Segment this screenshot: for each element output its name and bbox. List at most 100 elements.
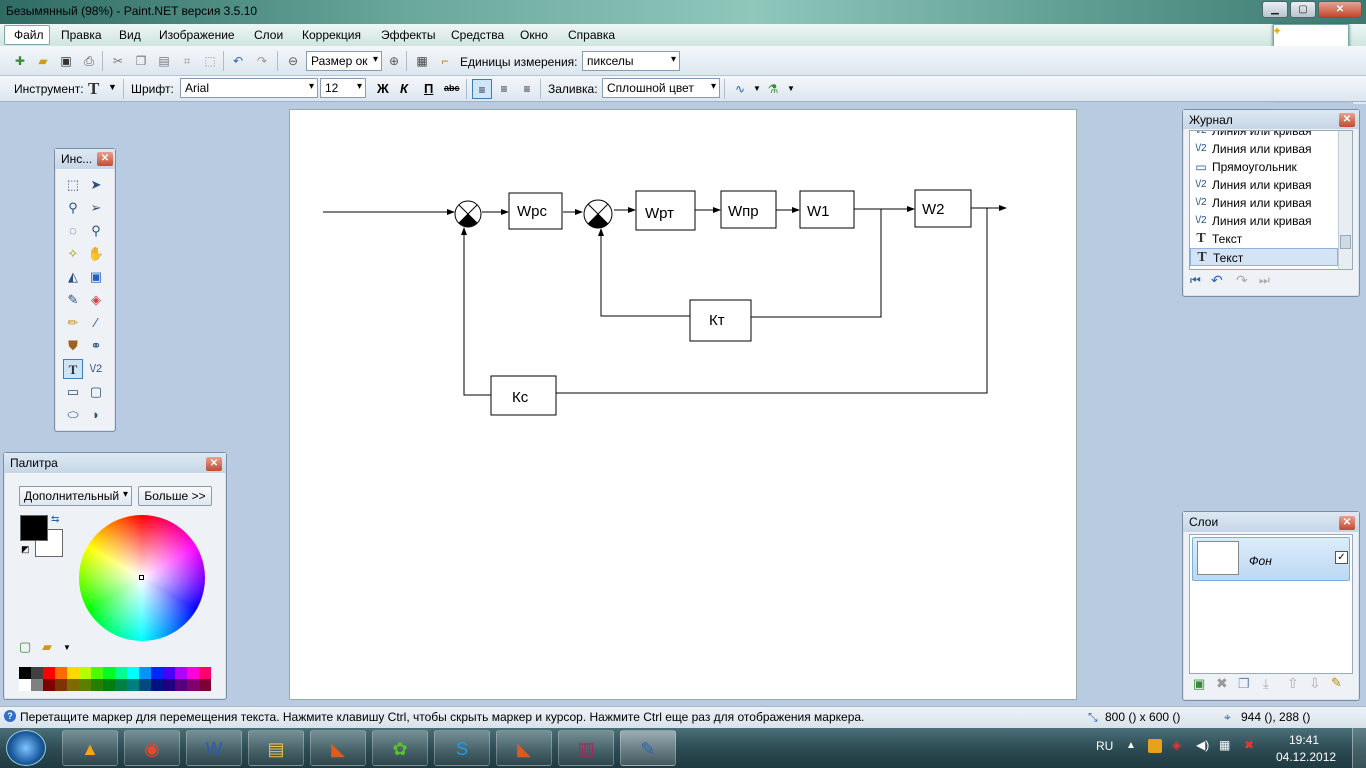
palette-swatch[interactable]: [103, 667, 115, 679]
first-step-icon[interactable]: ⏮: [1190, 273, 1201, 288]
layers-panel-header[interactable]: Слои: [1183, 512, 1359, 532]
palette-swatch[interactable]: [67, 667, 79, 679]
palette-swatch[interactable]: [19, 667, 31, 679]
duplicate-layer-icon[interactable]: ❐: [1238, 676, 1250, 692]
menu-utilities[interactable]: Средства: [451, 28, 504, 42]
start-button[interactable]: [6, 730, 46, 766]
show-desktop-button[interactable]: [1352, 728, 1366, 768]
line-curve-icon[interactable]: \/2: [86, 359, 106, 379]
taskbar-paintnet-icon[interactable]: ✎: [620, 730, 676, 766]
fill-combo[interactable]: Сплошной цвет: [602, 78, 720, 98]
taskbar-chrome-icon[interactable]: ◉: [124, 730, 180, 766]
palette-swatch[interactable]: [175, 667, 187, 679]
taskbar-aimp-icon[interactable]: ▲: [62, 730, 118, 766]
palette-swatch[interactable]: [43, 679, 55, 691]
paintbrush-icon[interactable]: ✎: [63, 290, 83, 310]
network-icon[interactable]: ▦: [1219, 738, 1230, 752]
history-panel-close-button[interactable]: ✕: [1339, 113, 1355, 127]
taskbar-explorer-icon[interactable]: ▤: [248, 730, 304, 766]
palette-swatch[interactable]: [139, 667, 151, 679]
zoom-icon[interactable]: ⚲: [86, 221, 106, 241]
palette-swatch[interactable]: [91, 667, 103, 679]
font-size-combo[interactable]: 12: [320, 78, 366, 98]
maximize-button[interactable]: ▢: [1290, 1, 1316, 18]
history-item[interactable]: \/2 Линия или кривая: [1190, 194, 1338, 212]
zoom-in-icon[interactable]: ⊕: [386, 53, 402, 69]
more-button[interactable]: Больше >>: [138, 486, 212, 506]
zoom-combo[interactable]: Размер ок: [306, 51, 382, 71]
history-item[interactable]: \/2 Линия или кривая: [1190, 131, 1338, 140]
history-item[interactable]: \/2 Линия или кривая: [1190, 140, 1338, 158]
print-icon[interactable]: ⎙: [81, 53, 97, 69]
palette-swatch[interactable]: [79, 679, 91, 691]
recolor-icon[interactable]: ⚭: [86, 336, 106, 356]
history-item[interactable]: T Текст: [1190, 248, 1338, 266]
chevron-down-icon[interactable]: ▼: [753, 84, 761, 93]
menu-view[interactable]: Вид: [119, 28, 141, 42]
history-item[interactable]: \/2 Линия или кривая: [1190, 176, 1338, 194]
rulers-icon[interactable]: ⌐: [437, 53, 453, 69]
units-combo[interactable]: пикселы: [582, 51, 680, 71]
menu-file[interactable]: Файл: [14, 28, 44, 42]
palette-swatch[interactable]: [127, 667, 139, 679]
move-selection-icon[interactable]: ➤: [86, 175, 106, 195]
font-combo[interactable]: Arial: [180, 78, 318, 98]
menu-effects[interactable]: Эффекты: [381, 28, 436, 42]
tray-status-icon[interactable]: ✖: [1244, 738, 1254, 752]
palette-swatch[interactable]: [199, 679, 211, 691]
color-picker-icon[interactable]: ⁄: [86, 313, 106, 333]
last-step-icon[interactable]: ⏭: [1259, 273, 1270, 288]
history-scrollbar[interactable]: [1338, 131, 1352, 269]
palette-swatch[interactable]: [67, 679, 79, 691]
undo-icon[interactable]: ↶: [230, 53, 246, 69]
layer-properties-icon[interactable]: ✎: [1331, 675, 1342, 691]
history-item[interactable]: T Текст: [1190, 230, 1338, 248]
palette-swatch[interactable]: [163, 667, 175, 679]
move-selected-icon[interactable]: ➢: [86, 198, 106, 218]
menu-window[interactable]: Окно: [520, 28, 548, 42]
antialiasing-icon[interactable]: ∿: [732, 81, 748, 97]
swap-colors-icon[interactable]: ⇆: [51, 514, 59, 525]
palette-swatches-bottom[interactable]: [19, 679, 211, 691]
palette-panel-close-button[interactable]: ✕: [206, 457, 222, 471]
lasso-select-icon[interactable]: ⚲: [63, 198, 83, 218]
history-item[interactable]: \/2 Линия или кривая: [1190, 212, 1338, 230]
palette-swatch[interactable]: [103, 679, 115, 691]
palette-swatch[interactable]: [163, 679, 175, 691]
grid-icon[interactable]: ▦: [414, 53, 430, 69]
add-layer-icon[interactable]: ▣: [1193, 676, 1205, 692]
cut-icon[interactable]: ✂: [110, 53, 126, 69]
palette-swatch[interactable]: [115, 679, 127, 691]
menu-edit[interactable]: Правка: [61, 28, 102, 42]
tray-alert-icon[interactable]: ◈: [1172, 738, 1181, 752]
palette-swatch[interactable]: [31, 667, 43, 679]
tray-expand-icon[interactable]: ▲: [1126, 740, 1136, 751]
italic-button[interactable]: К: [400, 81, 408, 96]
paint-bucket-icon[interactable]: ◭: [63, 267, 83, 287]
add-color-icon[interactable]: ▢: [19, 639, 31, 655]
deselect-icon[interactable]: ⬚: [202, 53, 218, 69]
palette-swatch[interactable]: [79, 667, 91, 679]
menu-image[interactable]: Изображение: [159, 28, 235, 42]
clone-stamp-icon[interactable]: ⛊: [63, 336, 83, 356]
taskbar-icq-icon[interactable]: ✿: [372, 730, 428, 766]
align-center-icon[interactable]: ≡: [496, 81, 512, 97]
palette-swatch[interactable]: [151, 679, 163, 691]
palette-swatch[interactable]: [187, 679, 199, 691]
palette-swatch[interactable]: [151, 667, 163, 679]
new-file-icon[interactable]: ✚: [12, 53, 28, 69]
layer-row[interactable]: Фон ✓: [1192, 537, 1350, 581]
volume-icon[interactable]: ◀): [1196, 738, 1209, 752]
palette-swatch[interactable]: [55, 679, 67, 691]
history-item[interactable]: ▭ Прямоугольник: [1190, 158, 1338, 176]
palette-swatch[interactable]: [43, 667, 55, 679]
layers-panel-close-button[interactable]: ✕: [1339, 516, 1355, 530]
underline-button[interactable]: П: [424, 81, 433, 96]
undo-icon[interactable]: ↶: [1211, 272, 1223, 289]
palette-swatch[interactable]: [127, 679, 139, 691]
reset-colors-icon[interactable]: ◩: [21, 544, 30, 555]
palette-swatch[interactable]: [19, 679, 31, 691]
copy-icon[interactable]: ❐: [133, 53, 149, 69]
crop-icon[interactable]: ⌗: [179, 53, 195, 69]
delete-layer-icon[interactable]: ✖: [1216, 675, 1228, 692]
